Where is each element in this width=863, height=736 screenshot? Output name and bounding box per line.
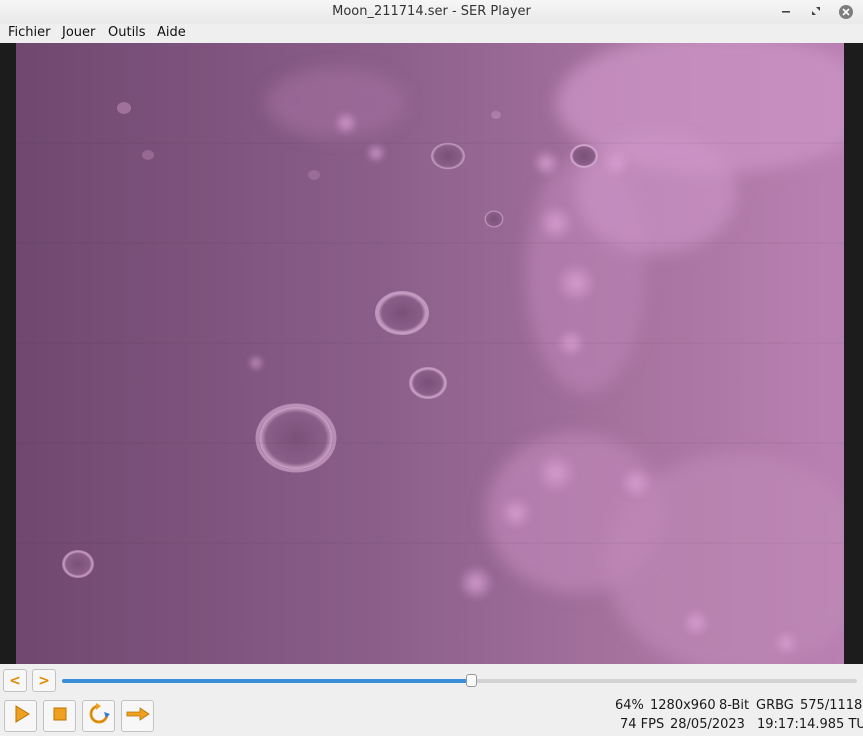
minimize-button[interactable] xyxy=(777,3,795,21)
frame-slider[interactable] xyxy=(62,674,857,687)
slider-fill xyxy=(62,679,471,683)
loop-button[interactable] xyxy=(82,700,115,732)
previous-frame-label: < xyxy=(9,672,21,689)
play-icon xyxy=(11,704,31,728)
lunar-frame-image xyxy=(16,43,844,664)
bit-depth: 8-Bit xyxy=(719,698,750,713)
menu-bar: Fichier Jouer Outils Aide xyxy=(0,24,863,43)
resolution: 1280x960 xyxy=(650,698,716,713)
stop-button[interactable] xyxy=(43,700,76,732)
close-icon xyxy=(839,5,853,19)
capture-date: 28/05/2023 xyxy=(670,717,745,732)
slider-handle[interactable] xyxy=(465,674,477,687)
maximize-button[interactable] xyxy=(807,3,825,21)
loop-icon xyxy=(88,703,110,729)
next-frame-label: > xyxy=(38,672,50,689)
minimize-icon xyxy=(781,5,791,20)
capture-time: 19:17:14.985 TU xyxy=(757,717,863,732)
previous-frame-button[interactable]: < xyxy=(3,669,27,692)
play-button[interactable] xyxy=(4,700,37,732)
zoom-level: 64% xyxy=(615,698,644,713)
title-bar: Moon_211714.ser - SER Player xyxy=(0,0,863,25)
maximize-icon xyxy=(811,5,821,20)
next-frame-button[interactable]: > xyxy=(32,669,56,692)
forward-arrow-icon xyxy=(126,706,150,726)
menu-outils[interactable]: Outils xyxy=(108,25,146,40)
frame-counter: 575/1118 xyxy=(800,698,863,713)
forward-button[interactable] xyxy=(121,700,154,732)
fps-readout: 74 FPS xyxy=(620,717,665,732)
image-viewport[interactable] xyxy=(0,43,863,664)
bayer-pattern: GRBG xyxy=(756,698,794,713)
stop-icon xyxy=(50,704,70,728)
menu-jouer[interactable]: Jouer xyxy=(62,25,95,40)
close-button[interactable] xyxy=(837,3,855,21)
menu-fichier[interactable]: Fichier xyxy=(8,25,51,40)
menu-aide[interactable]: Aide xyxy=(157,25,186,40)
window-title: Moon_211714.ser - SER Player xyxy=(332,4,531,19)
